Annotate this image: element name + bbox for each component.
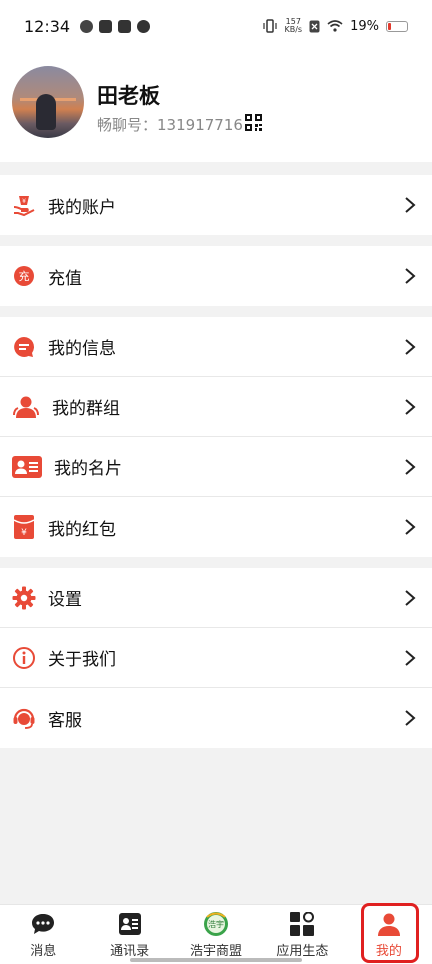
notification-icons	[80, 19, 151, 33]
profile-id-label: 畅聊号：	[97, 116, 158, 134]
headset-icon	[12, 706, 36, 730]
business-card-icon	[12, 455, 42, 479]
nav-label-apps: 应用生态	[276, 943, 329, 959]
chevron-right-icon	[405, 398, 416, 415]
menu-item-about[interactable]: 关于我们	[0, 628, 432, 688]
message-icon	[12, 335, 36, 359]
nav-label-alliance: 浩宇商盟	[190, 943, 243, 959]
app-notification-icon	[80, 19, 94, 33]
nav-item-alliance[interactable]: 浩宇 浩宇商盟	[173, 905, 259, 964]
gear-icon	[12, 586, 36, 610]
menu-label-recharge: 充值	[48, 268, 82, 289]
status-right: 157 KB/s 19%	[263, 18, 408, 34]
menu-label-card: 我的名片	[54, 459, 122, 479]
mail-notification-icon	[99, 19, 113, 33]
menu-group-system: 设置 关于我们 客服	[0, 568, 432, 748]
nav-item-apps[interactable]: 应用生态	[259, 905, 345, 964]
profile-card[interactable]: 田老板 畅聊号： 131917716	[0, 52, 432, 162]
sim-off-icon	[309, 20, 320, 32]
svg-text:¥: ¥	[21, 528, 27, 538]
menu-item-settings[interactable]: 设置	[0, 568, 432, 628]
chat-bubble-icon	[30, 911, 56, 937]
chevron-right-icon	[405, 519, 416, 535]
menu-label-about: 关于我们	[48, 650, 116, 670]
avatar[interactable]	[12, 66, 84, 138]
user-icon	[376, 911, 402, 937]
menu-group-social: 我的信息 我的群组 我的名片 ¥ 我的红包	[0, 317, 432, 557]
alliance-logo-text: 浩宇	[208, 919, 224, 929]
menu-item-redpacket[interactable]: ¥ 我的红包	[0, 497, 432, 557]
recharge-icon: 充	[12, 264, 36, 288]
chevron-right-icon	[405, 197, 416, 213]
red-packet-icon: ¥	[12, 515, 36, 539]
wallet-icon: ¥	[12, 193, 36, 217]
menu-item-recharge[interactable]: 充 充值	[0, 246, 432, 306]
home-indicator[interactable]	[130, 958, 302, 962]
recharge-icon-glyph: 充	[19, 269, 30, 283]
status-bar: 12:34 157 KB/s 19%	[0, 0, 432, 52]
menu-label-account: 我的账户	[48, 197, 116, 218]
profile-name: 田老板	[97, 84, 160, 108]
wifi-icon	[327, 20, 343, 32]
menu-item-card[interactable]: 我的名片	[0, 437, 432, 497]
menu-label-groups: 我的群组	[52, 399, 120, 419]
menu-label-messages: 我的信息	[48, 339, 116, 359]
app-grid-icon	[289, 911, 315, 937]
alliance-logo-icon: 浩宇	[203, 911, 229, 937]
bottom-nav: 消息 通讯录 浩宇 浩宇商盟 应用生态 我的	[0, 904, 432, 964]
chevron-right-icon	[405, 458, 416, 475]
menu-label-service: 客服	[48, 710, 82, 731]
group-icon	[12, 395, 40, 419]
nav-label-me: 我的	[375, 943, 402, 959]
qr-code-icon[interactable]	[245, 114, 262, 131]
contacts-icon	[117, 911, 143, 937]
chevron-right-icon	[405, 338, 416, 355]
tiktok-notification-icon	[118, 19, 132, 33]
fan-notification-icon	[137, 19, 151, 33]
battery-percent: 19%	[350, 18, 379, 34]
nav-label-contacts: 通讯录	[110, 943, 150, 959]
battery-fill	[388, 22, 391, 30]
vibrate-icon	[263, 19, 278, 33]
battery-icon	[386, 20, 408, 32]
nav-item-contacts[interactable]: 通讯录	[86, 905, 172, 964]
chevron-right-icon	[405, 649, 416, 666]
menu-group-account: ¥ 我的账户	[0, 175, 432, 235]
info-icon	[12, 646, 36, 670]
chevron-right-icon	[405, 589, 416, 606]
svg-text:¥: ¥	[22, 198, 26, 205]
profile-id-value: 131917716	[157, 115, 243, 134]
menu-group-recharge: 充 充值	[0, 246, 432, 306]
status-time: 12:34	[24, 16, 71, 36]
nav-item-messages[interactable]: 消息	[0, 905, 86, 964]
menu-item-account[interactable]: ¥ 我的账户	[0, 175, 432, 235]
menu-item-messages[interactable]: 我的信息	[0, 317, 432, 377]
chevron-right-icon	[405, 710, 416, 726]
menu-label-settings: 设置	[48, 590, 82, 610]
net-speed: 157 KB/s	[284, 18, 302, 34]
profile-id: 畅聊号： 131917716	[97, 114, 243, 135]
menu-label-redpacket: 我的红包	[48, 519, 116, 540]
menu-item-service[interactable]: 客服	[0, 688, 432, 748]
net-speed-unit: KB/s	[284, 25, 303, 34]
chevron-right-icon	[405, 268, 416, 284]
nav-label-messages: 消息	[30, 943, 57, 959]
menu-item-groups[interactable]: 我的群组	[0, 377, 432, 437]
nav-item-me[interactable]: 我的	[346, 905, 432, 964]
